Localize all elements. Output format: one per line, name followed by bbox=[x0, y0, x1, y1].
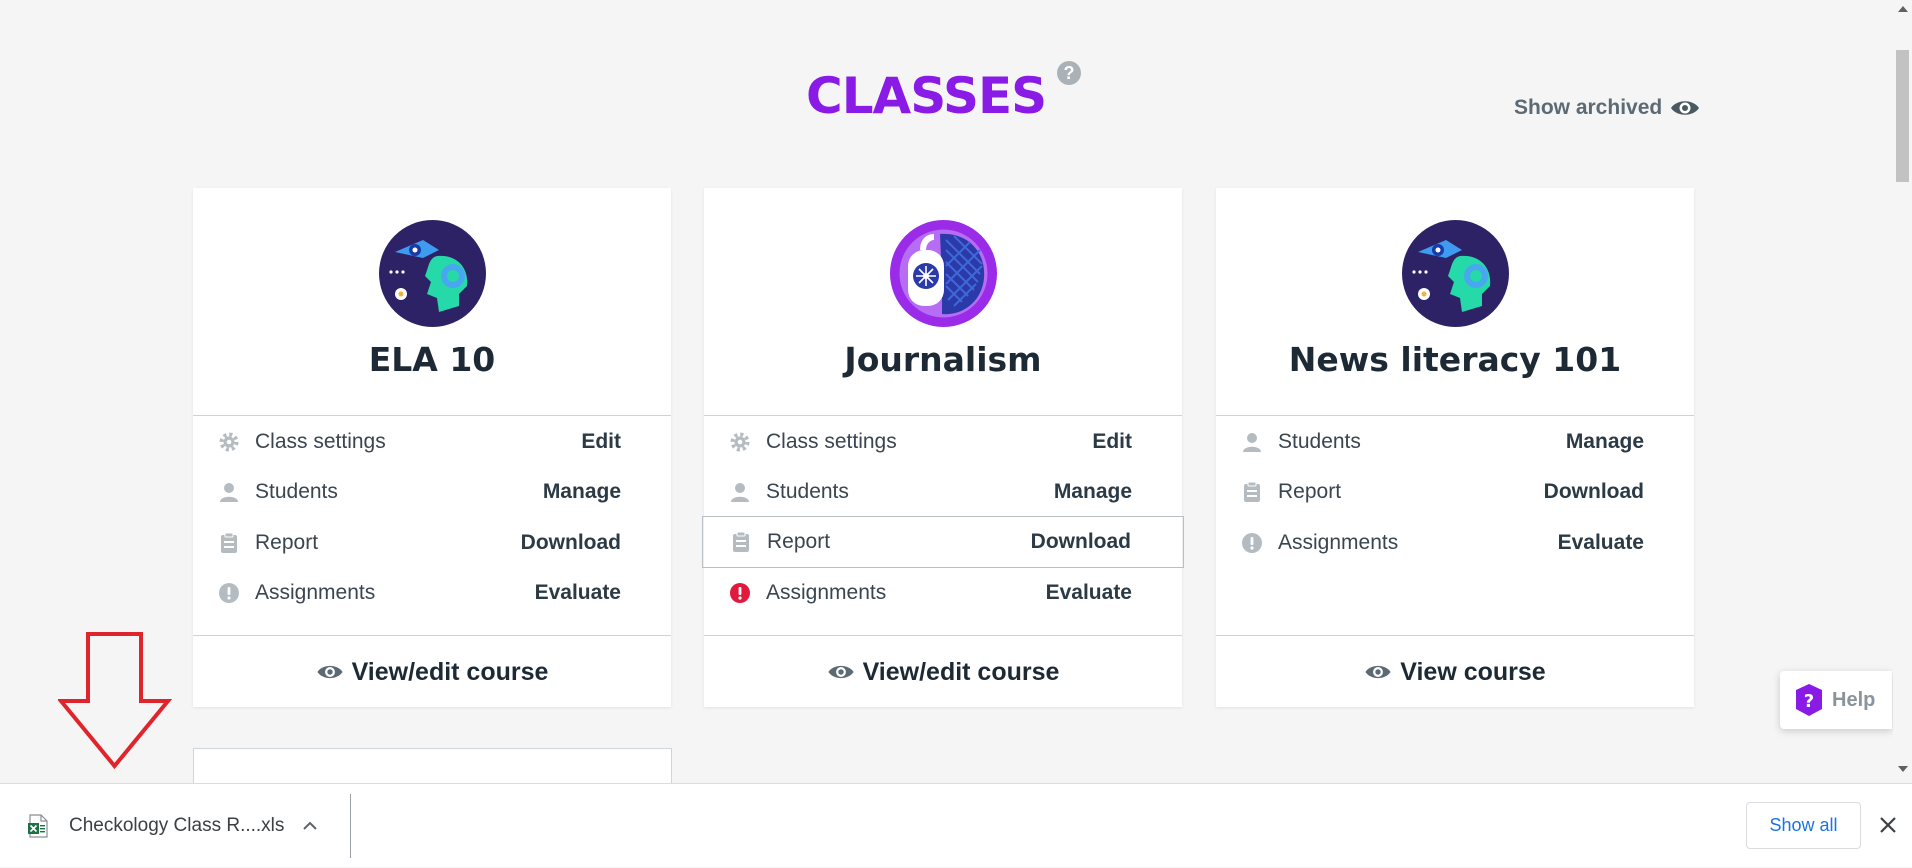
download-button[interactable]: Download bbox=[521, 531, 621, 555]
class-card-news-literacy-101: News literacy 101 Students Manage Report… bbox=[1216, 188, 1694, 707]
scroll-thumb[interactable] bbox=[1896, 50, 1909, 182]
help-question-icon[interactable]: ? bbox=[1057, 61, 1081, 85]
alert-icon bbox=[217, 581, 241, 605]
clipboard-icon bbox=[1240, 480, 1264, 504]
gear-icon bbox=[217, 430, 241, 454]
class-title: ELA 10 bbox=[368, 340, 496, 379]
manage-button[interactable]: Manage bbox=[1566, 430, 1644, 454]
manage-button[interactable]: Manage bbox=[1054, 480, 1132, 504]
row-assignments: Assignments Evaluate bbox=[704, 568, 1182, 618]
row-label: Students bbox=[1278, 430, 1361, 453]
download-bar: Checkology Class R....xls Show all bbox=[0, 783, 1912, 867]
person-icon bbox=[217, 480, 241, 504]
help-widget[interactable]: ? Help bbox=[1780, 671, 1892, 729]
row-report: Report Download bbox=[193, 518, 671, 568]
head-eye-flower-logo bbox=[1402, 220, 1509, 327]
row-label: Assignments bbox=[766, 581, 887, 604]
evaluate-button[interactable]: Evaluate bbox=[1558, 531, 1644, 555]
view-edit-course-label: View/edit course bbox=[862, 657, 1060, 686]
class-title: Journalism bbox=[844, 340, 1042, 379]
row-class-settings: Class settings Edit bbox=[193, 417, 671, 467]
person-icon bbox=[1240, 430, 1264, 454]
clipboard-icon bbox=[729, 530, 753, 554]
row-label: Students bbox=[255, 480, 338, 503]
evaluate-button[interactable]: Evaluate bbox=[535, 581, 621, 605]
gear-icon bbox=[728, 430, 752, 454]
row-label: Assignments bbox=[255, 581, 376, 604]
show-archived-toggle[interactable]: Show archived bbox=[1514, 94, 1700, 122]
page-scrollbar[interactable] bbox=[1893, 0, 1912, 783]
manage-button[interactable]: Manage bbox=[543, 480, 621, 504]
alert-icon bbox=[1240, 531, 1264, 555]
scroll-up-arrow-icon[interactable] bbox=[1898, 6, 1908, 12]
row-assignments: Assignments Evaluate bbox=[1216, 518, 1694, 568]
alert-red-icon bbox=[728, 581, 752, 605]
evaluate-button[interactable]: Evaluate bbox=[1046, 581, 1132, 605]
view-course-button[interactable]: View course bbox=[1216, 636, 1694, 708]
person-icon bbox=[728, 480, 752, 504]
view-edit-course-label: View/edit course bbox=[351, 657, 549, 686]
view-edit-course-button[interactable]: View/edit course bbox=[193, 636, 671, 708]
eye-icon bbox=[316, 665, 343, 679]
download-separator bbox=[350, 794, 351, 858]
eye-icon bbox=[827, 665, 854, 679]
class-card-journalism: Journalism Class settings Edit Students … bbox=[702, 188, 1184, 708]
chevron-up-icon[interactable] bbox=[302, 821, 318, 831]
download-item[interactable]: Checkology Class R....xls bbox=[0, 784, 352, 868]
row-label: Students bbox=[766, 480, 849, 503]
annotation-arrow-down-icon bbox=[58, 632, 172, 770]
row-label: Class settings bbox=[255, 430, 386, 453]
row-assignments: Assignments Evaluate bbox=[193, 568, 671, 618]
row-class-settings: Class settings Edit bbox=[704, 417, 1182, 467]
eye-icon bbox=[1671, 101, 1700, 115]
excel-file-icon bbox=[28, 814, 48, 838]
row-label: Report bbox=[1278, 480, 1342, 503]
scroll-down-arrow-icon[interactable] bbox=[1898, 766, 1908, 772]
row-students: Students Manage bbox=[193, 467, 671, 517]
help-label: Help bbox=[1832, 688, 1876, 711]
row-label: Report bbox=[767, 530, 831, 553]
row-students: Students Manage bbox=[704, 467, 1182, 517]
eye-icon bbox=[1365, 665, 1391, 679]
row-report: Report Download bbox=[1216, 467, 1694, 517]
view-course-label: View course bbox=[1400, 657, 1546, 686]
show-all-button[interactable]: Show all bbox=[1746, 802, 1861, 849]
head-eye-flower-logo bbox=[379, 220, 486, 327]
download-button[interactable]: Download bbox=[1544, 480, 1644, 504]
clipboard-icon bbox=[217, 531, 241, 555]
edit-button[interactable]: Edit bbox=[1092, 430, 1132, 454]
row-report[interactable]: Report Download bbox=[702, 516, 1184, 568]
journalism-logo bbox=[890, 220, 997, 327]
row-label: Class settings bbox=[766, 430, 897, 453]
row-label: Report bbox=[255, 531, 319, 554]
class-card-ela-10: ELA 10 Class settings Edit Students Mana… bbox=[193, 188, 671, 707]
help-shield-icon: ? bbox=[1796, 684, 1822, 716]
show-archived-label: Show archived bbox=[1514, 96, 1663, 119]
download-button[interactable]: Download bbox=[1031, 530, 1131, 554]
close-icon[interactable] bbox=[1876, 813, 1900, 837]
edit-button[interactable]: Edit bbox=[581, 430, 621, 454]
row-students: Students Manage bbox=[1216, 417, 1694, 467]
view-edit-course-button[interactable]: View/edit course bbox=[704, 636, 1182, 708]
help-glyph: ? bbox=[1804, 691, 1814, 712]
row-label: Assignments bbox=[1278, 531, 1399, 554]
class-title: News literacy 101 bbox=[1288, 340, 1622, 379]
download-file-name: Checkology Class R....xls bbox=[69, 815, 285, 836]
page-title: CLASSES bbox=[806, 67, 1047, 125]
